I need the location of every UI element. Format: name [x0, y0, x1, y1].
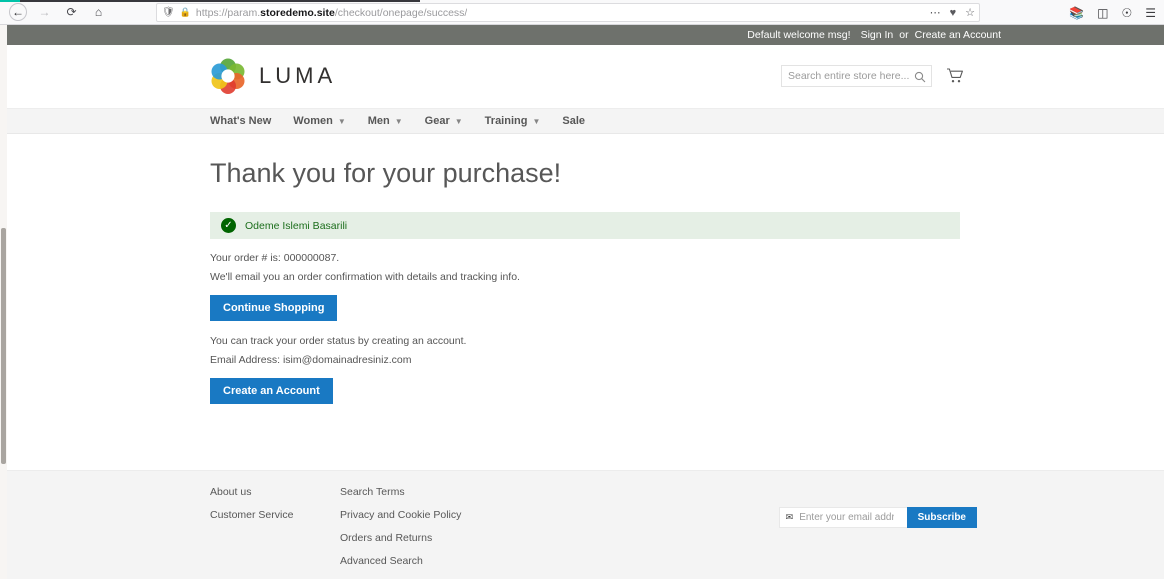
track-order-line: You can track your order status by creat… [210, 335, 467, 348]
envelope-icon: ✉ [785, 512, 794, 522]
newsletter-email-input[interactable] [799, 512, 895, 523]
tab-strip-line [20, 0, 420, 2]
tab-strip-accent [0, 0, 20, 2]
footer-link-search-terms[interactable]: Search Terms [340, 486, 461, 498]
success-check-icon: ✓ [221, 218, 236, 233]
nav-label: Training [484, 115, 528, 127]
topbar-separator: or [899, 29, 909, 41]
ellipsis-icon[interactable]: ⋯ [930, 6, 941, 19]
forward-arrow-icon[interactable]: → [35, 3, 54, 22]
footer-link-customer-service[interactable]: Customer Service [210, 509, 340, 521]
nav-label: Sale [562, 115, 586, 127]
footer-link-orders-returns[interactable]: Orders and Returns [340, 532, 461, 544]
scrollbar-thumb[interactable] [1, 228, 6, 464]
chevron-down-icon: ▼ [454, 116, 463, 126]
site-footer: About us Customer Service Search Terms P… [7, 470, 1164, 579]
welcome-message: Default welcome msg! [747, 29, 851, 41]
nav-item-whats-new[interactable]: What's New [210, 115, 271, 127]
create-account-link[interactable]: Create an Account [915, 29, 1001, 41]
home-icon[interactable]: ⌂ [89, 3, 108, 22]
search-input[interactable] [788, 70, 910, 82]
create-account-block: You can track your order status by creat… [210, 335, 1164, 405]
logo-wordmark: LUMA [259, 63, 337, 88]
library-icon[interactable]: 📚 [1069, 6, 1084, 20]
nav-label: Men [367, 115, 390, 127]
main-content: Thank you for your purchase! ✓ Odeme Isl… [7, 134, 1164, 478]
sign-in-link[interactable]: Sign In [861, 29, 894, 41]
create-account-button[interactable]: Create an Account [210, 378, 333, 405]
luma-ring-logo-icon [210, 58, 246, 94]
shopping-cart-icon[interactable] [946, 67, 964, 85]
nav-item-sale[interactable]: Sale [562, 115, 585, 127]
address-bar[interactable]: 🛡 🔒 https://param.storedemo.site/checkou… [156, 3, 980, 22]
success-message-banner: ✓ Odeme Islemi Basarili [210, 212, 960, 239]
newsletter-field[interactable]: ✉ [778, 507, 907, 528]
shield-icon[interactable]: 🛡 [162, 7, 175, 18]
nav-label: What's New [210, 115, 272, 127]
email-address-line: Email Address: isim@domainadresiniz.com [210, 354, 412, 367]
chevron-down-icon: ▼ [532, 116, 541, 126]
nav-item-training[interactable]: Training ▼ [485, 115, 541, 127]
nav-item-gear[interactable]: Gear ▼ [425, 115, 463, 127]
chevron-down-icon: ▼ [394, 116, 403, 126]
footer-inner: About us Customer Service Search Terms P… [7, 471, 1164, 579]
page-title: Thank you for your purchase! [210, 158, 562, 188]
back-arrow-icon[interactable]: ← [9, 3, 27, 21]
account-icon[interactable]: ☉ [1121, 6, 1132, 20]
lock-icon[interactable]: 🔒 [180, 7, 191, 18]
continue-shopping-row: Continue Shopping [210, 295, 1164, 322]
footer-link-advanced-search[interactable]: Advanced Search [340, 555, 461, 567]
continue-shopping-button[interactable]: Continue Shopping [210, 295, 338, 322]
newsletter-signup: ✉ Subscribe [778, 507, 977, 528]
footer-column-help: Search Terms Privacy and Cookie Policy O… [340, 486, 461, 579]
browser-toolbar-right: 📚 ◫ ☉ ☰ [1069, 0, 1156, 25]
page-scrollbar[interactable] [0, 25, 7, 579]
url-text: https://param.storedemo.site/checkout/on… [196, 7, 467, 19]
nav-label: Gear [424, 115, 450, 127]
address-bar-actions: ⋯ ♥ ☆ [930, 4, 975, 21]
page-viewport: Default welcome msg! Sign In or Create a… [7, 25, 1164, 579]
footer-link-about-us[interactable]: About us [210, 486, 340, 498]
main-navigation: What's New Women ▼ Men ▼ Gear ▼ Training… [7, 108, 1164, 134]
create-account-row: Create an Account [210, 378, 1164, 405]
search-box[interactable] [781, 65, 932, 87]
nav-item-men[interactable]: Men ▼ [368, 115, 403, 127]
sidebar-icon[interactable]: ◫ [1097, 6, 1108, 20]
browser-chrome: ← → ⟳ ⌂ 🛡 🔒 https://param.storedemo.site… [0, 0, 1164, 25]
browser-nav-buttons: ← → ⟳ ⌂ [0, 3, 108, 22]
chevron-down-icon: ▼ [337, 116, 346, 126]
url-scheme: https://param. [195, 6, 261, 19]
order-number-line: Your order # is: 000000087. [210, 252, 340, 264]
success-message-text: Odeme Islemi Basarili [245, 219, 348, 232]
site-logo[interactable]: LUMA [210, 58, 336, 94]
pocket-icon[interactable]: ♥ [950, 7, 957, 19]
nav-item-women[interactable]: Women ▼ [293, 115, 345, 127]
search-icon[interactable] [914, 70, 926, 83]
url-path: /checkout/onepage/success/ [334, 6, 468, 19]
url-domain: storedemo.site [260, 6, 335, 19]
email-confirmation-line: We'll email you an order confirmation wi… [210, 271, 520, 283]
header-search-area [781, 65, 964, 87]
subscribe-button[interactable]: Subscribe [906, 507, 977, 528]
star-icon[interactable]: ☆ [965, 6, 975, 19]
nav-label: Women [293, 115, 333, 127]
hamburger-menu-icon[interactable]: ☰ [1145, 6, 1156, 20]
footer-link-privacy-policy[interactable]: Privacy and Cookie Policy [340, 509, 461, 521]
footer-column-company: About us Customer Service [210, 486, 340, 579]
utility-topbar: Default welcome msg! Sign In or Create a… [7, 25, 1164, 45]
reload-icon[interactable]: ⟳ [62, 3, 81, 22]
site-header: LUMA [7, 45, 1164, 108]
